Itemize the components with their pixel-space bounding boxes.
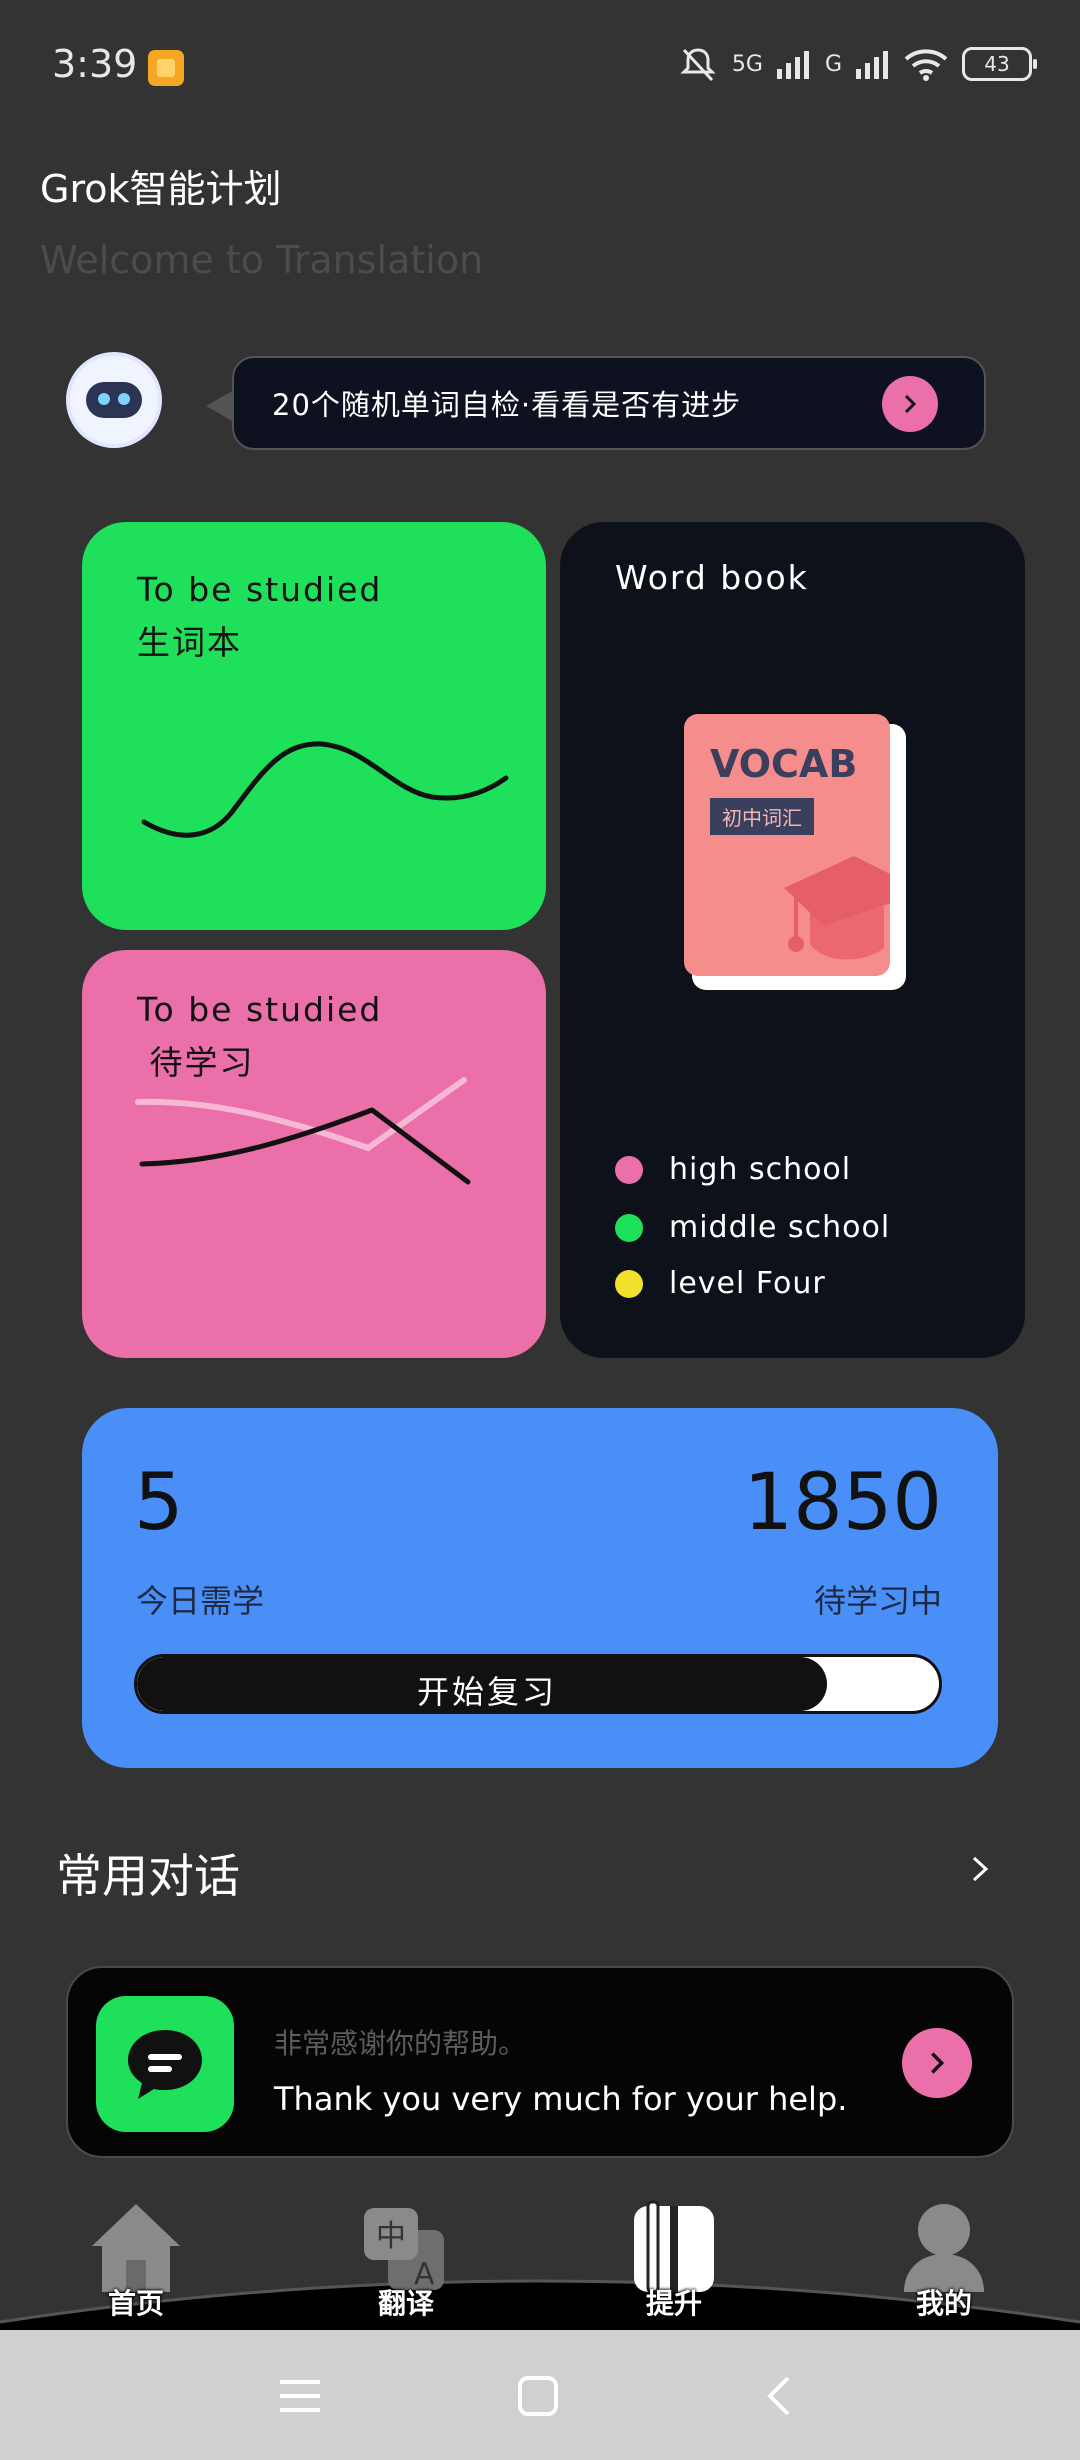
- nav-item-home[interactable]: 首页: [66, 2200, 206, 2330]
- trend-lines-icon: [135, 1077, 471, 1185]
- wifi-icon: [904, 49, 948, 81]
- mute-bell-icon: [680, 48, 716, 82]
- back-icon[interactable]: [760, 2374, 800, 2418]
- self-test-text: 20个随机单词自检·看看是否有进步: [272, 388, 742, 422]
- robot-avatar-icon: [70, 356, 158, 444]
- today-count: 5: [134, 1458, 184, 1548]
- legend-item-middle-school: middle school: [615, 1210, 890, 1245]
- chevron-right-icon: [972, 1856, 989, 1882]
- status-time: 3:39: [52, 42, 138, 86]
- legend-item-high-school: high school: [615, 1152, 851, 1187]
- nav-item-mine[interactable]: 我的: [874, 2200, 1014, 2330]
- status-icons: 5G G 43: [678, 44, 1037, 84]
- pending-label: 待学习中: [813, 1582, 942, 1620]
- bottom-nav: 首页 中A 翻译 提升 我的: [0, 2200, 1080, 2330]
- nav-item-improve[interactable]: 提升: [604, 2200, 744, 2330]
- book-title: VOCAB: [710, 742, 858, 786]
- nav-label: 首页: [107, 2287, 164, 2320]
- page-subtitle: Welcome to Translation: [40, 238, 484, 282]
- nav-label: 提升: [645, 2287, 702, 2320]
- phrase-card[interactable]: 非常感谢你的帮助。 Thank you very much for your h…: [66, 1966, 1014, 2158]
- home-square-icon[interactable]: [516, 2374, 560, 2418]
- self-test-go-button[interactable]: [882, 376, 938, 432]
- legend-dot: [615, 1269, 643, 1298]
- battery-icon: 43: [962, 47, 1037, 81]
- word-book-title: Word book: [615, 558, 809, 597]
- section-more-button[interactable]: [968, 1850, 992, 1896]
- to-study-card[interactable]: To be studied 待学习: [82, 950, 546, 1358]
- menu-icon[interactable]: [278, 2376, 322, 2416]
- signal-icon: [776, 51, 809, 79]
- svg-text:中: 中: [376, 2219, 406, 2254]
- phrase-chinese: 非常感谢你的帮助。: [274, 2027, 527, 2060]
- legend-dot: [615, 1213, 643, 1242]
- signal-icon-2: [856, 51, 888, 79]
- notification-app-icon: [148, 50, 184, 86]
- wave-line-icon: [141, 741, 509, 838]
- start-review-label: 开始复习: [416, 1673, 557, 1711]
- nav-label: 我的: [915, 2287, 972, 2320]
- graduation-cap-icon: [784, 856, 890, 960]
- new-words-card[interactable]: To be studied 生词本: [82, 522, 546, 930]
- legend-label: level Four: [669, 1266, 826, 1301]
- battery-level: 43: [984, 52, 1010, 76]
- legend-label: high school: [669, 1152, 852, 1187]
- system-nav-bar: [0, 2330, 1080, 2460]
- network-g-label: G: [824, 51, 842, 77]
- chevron-right-icon: [904, 394, 917, 414]
- phrase-english: Thank you very much for your help.: [274, 2080, 848, 2118]
- vocab-book-icon: VOCAB 初中词汇: [684, 714, 906, 990]
- book-tag: 初中词汇: [710, 798, 814, 835]
- phrase-go-button[interactable]: [902, 2028, 972, 2098]
- page-title: Grok智能计划: [40, 167, 282, 211]
- chevron-right-icon: [931, 2052, 945, 2074]
- pending-count: 1850: [743, 1458, 942, 1548]
- legend-item-level-four: level Four: [615, 1266, 826, 1301]
- today-label: 今日需学: [136, 1582, 265, 1620]
- legend-label: middle school: [669, 1210, 891, 1245]
- start-review-button[interactable]: 开始复习: [134, 1654, 942, 1714]
- section-title: 常用对话: [56, 1849, 240, 1903]
- network-5g-label: 5G: [731, 51, 763, 77]
- self-test-prompt[interactable]: 20个随机单词自检·看看是否有进步: [206, 356, 986, 450]
- legend-dot: [615, 1155, 643, 1184]
- nav-label: 翻译: [377, 2287, 434, 2320]
- status-bar: 3:39 5G G 43: [0, 0, 1080, 130]
- chat-bubble-icon: [96, 1996, 234, 2132]
- nav-item-translate[interactable]: 中A 翻译: [336, 2200, 476, 2330]
- study-stats-card: 5 今日需学 1850 待学习中 开始复习: [82, 1408, 998, 1768]
- word-book-card[interactable]: Word book VOCAB 初中词汇 high school middle …: [560, 522, 1025, 1358]
